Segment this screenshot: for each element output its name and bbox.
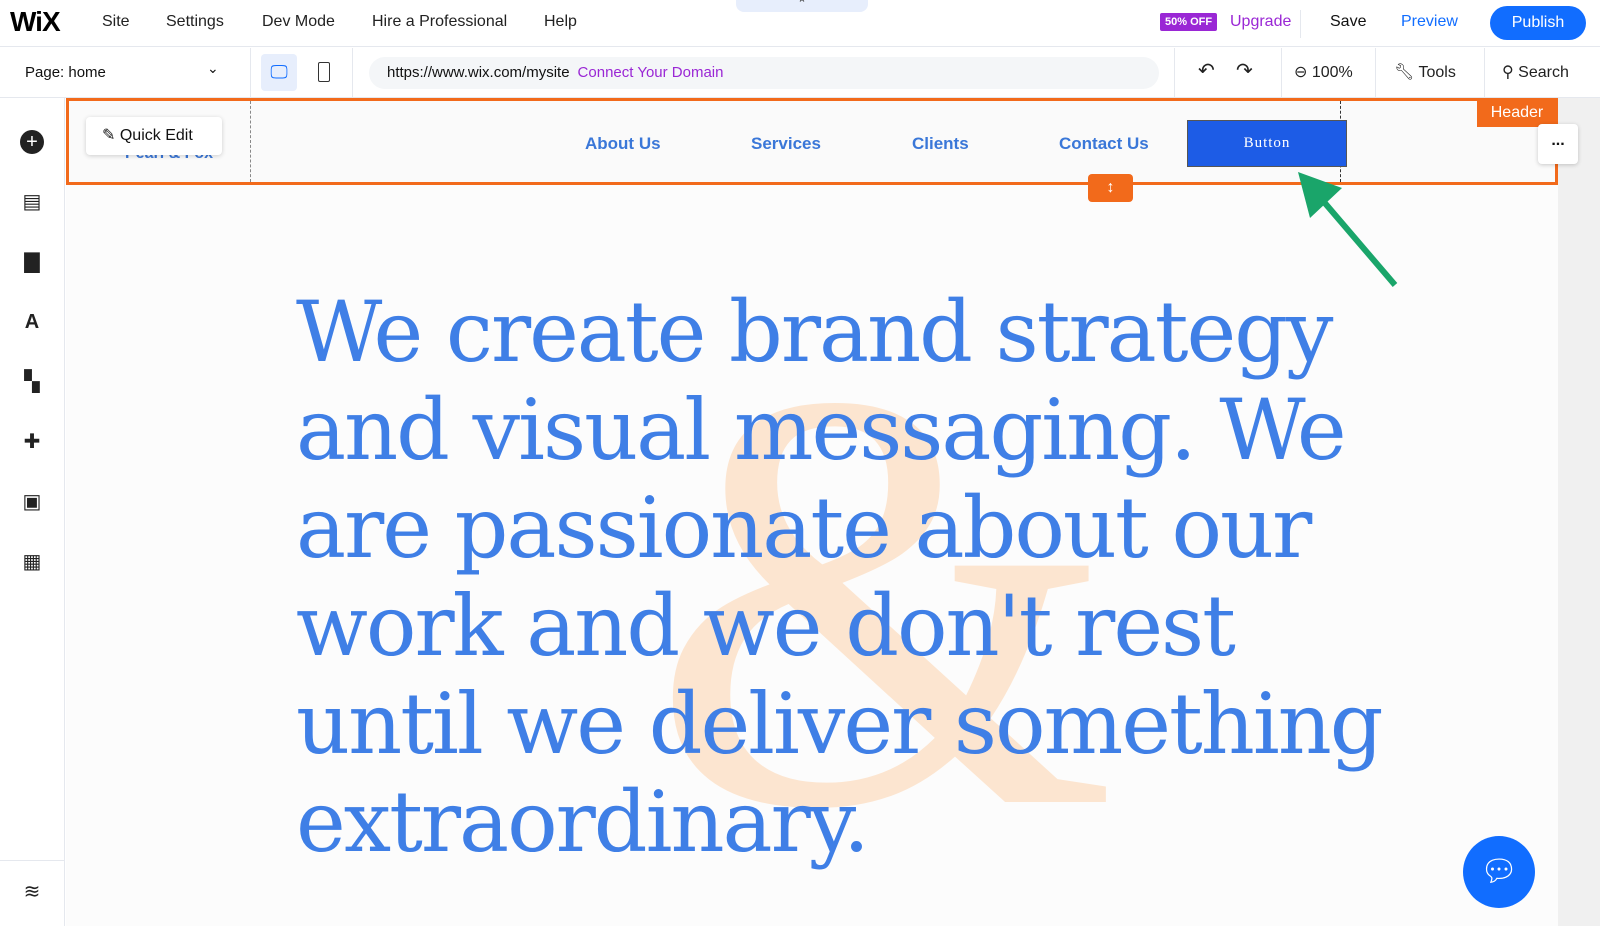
search-label: Search	[1518, 64, 1569, 81]
more-options-button[interactable]: ...	[1538, 124, 1578, 164]
undo-icon[interactable]: ↶	[1198, 58, 1215, 83]
search-button[interactable]: ⚲ Search	[1502, 62, 1569, 82]
page-selector[interactable]: Page: home	[25, 64, 106, 81]
sections-icon[interactable]: ▤	[20, 190, 44, 214]
divider	[250, 48, 251, 98]
divider	[352, 48, 353, 98]
resize-handle-icon[interactable]: ↕	[1088, 174, 1133, 202]
tools-button[interactable]: 🔧︎ Tools	[1394, 62, 1456, 82]
divider	[1484, 48, 1485, 98]
chevron-up-icon[interactable]: ⌃	[736, 0, 868, 12]
zoom-control[interactable]: ⊖ 100%	[1294, 62, 1353, 82]
divider	[0, 860, 65, 861]
search-icon: ⚲	[1502, 64, 1514, 81]
editor-toolbar: Page: home ⌄ 🖵 https://www.wix.com/mysit…	[0, 48, 1600, 98]
left-sidebar: + ▤ ▇ A ▚ ✚ ▣ ▦ ≋	[0, 98, 65, 926]
nav-contact-us[interactable]: Contact Us	[1059, 134, 1149, 154]
arrow-annotation-icon	[1298, 172, 1398, 287]
site-url: https://www.wix.com/mysite	[387, 64, 570, 81]
connect-domain-link[interactable]: Connect Your Domain	[578, 64, 724, 81]
top-bar: WiX Site Settings Dev Mode Hire a Profes…	[0, 0, 1600, 47]
add-apps-icon[interactable]: ✚	[20, 430, 44, 454]
layers-icon[interactable]: ≋	[20, 880, 44, 904]
cms-icon[interactable]: ▦	[20, 550, 44, 574]
wix-logo[interactable]: WiX	[10, 6, 61, 38]
discount-badge[interactable]: 50% OFF	[1160, 13, 1218, 31]
quick-edit-label: Quick Edit	[119, 127, 193, 144]
redo-icon[interactable]: ↷	[1236, 58, 1253, 83]
zoom-level: 100%	[1311, 64, 1353, 81]
header-tag: Header	[1477, 99, 1557, 127]
mobile-view-icon[interactable]	[318, 62, 330, 82]
quick-edit-button[interactable]: ✎ Quick Edit	[86, 117, 222, 155]
divider	[1281, 48, 1282, 98]
zoom-out-icon: ⊖	[1294, 64, 1308, 81]
tools-label: Tools	[1418, 64, 1456, 81]
media-icon[interactable]: ▣	[20, 490, 44, 514]
divider	[1174, 48, 1175, 98]
canvas-gutter	[1558, 98, 1600, 926]
add-icon[interactable]: +	[20, 130, 44, 154]
wrench-icon: 🔧︎	[1394, 64, 1415, 81]
divider	[1300, 10, 1301, 38]
chevron-down-icon[interactable]: ⌄	[207, 60, 219, 77]
publish-button[interactable]: Publish	[1490, 6, 1586, 40]
preview-button[interactable]: Preview	[1401, 13, 1458, 31]
chat-button[interactable]: 💬︎	[1463, 836, 1535, 908]
apps-icon[interactable]: ▚	[20, 370, 44, 394]
nav-clients[interactable]: Clients	[912, 134, 969, 154]
arrow-shaft	[1315, 193, 1398, 287]
hero-headline[interactable]: We create brand strategy and visual mess…	[296, 283, 1416, 871]
menu-hire-professional[interactable]: Hire a Professional	[372, 13, 507, 31]
nav-services[interactable]: Services	[751, 134, 821, 154]
menu-help[interactable]: Help	[544, 13, 577, 31]
save-button[interactable]: Save	[1330, 13, 1366, 31]
nav-about-us[interactable]: About Us	[585, 134, 661, 154]
desktop-view-icon[interactable]: 🖵	[261, 54, 297, 91]
site-url-bar[interactable]: https://www.wix.com/mysite Connect Your D…	[369, 57, 1159, 89]
header-button[interactable]: Button	[1187, 120, 1347, 167]
menu-dev-mode[interactable]: Dev Mode	[262, 13, 335, 31]
guide-line	[250, 101, 251, 182]
chat-icon: 💬︎	[1479, 855, 1519, 888]
pages-icon[interactable]: ▇	[20, 250, 44, 274]
design-icon[interactable]: A	[20, 310, 44, 334]
menu-site[interactable]: Site	[102, 13, 130, 31]
divider	[1375, 48, 1376, 98]
menu-settings[interactable]: Settings	[166, 13, 224, 31]
pencil-icon: ✎	[102, 127, 116, 144]
upgrade-link[interactable]: Upgrade	[1230, 13, 1291, 31]
